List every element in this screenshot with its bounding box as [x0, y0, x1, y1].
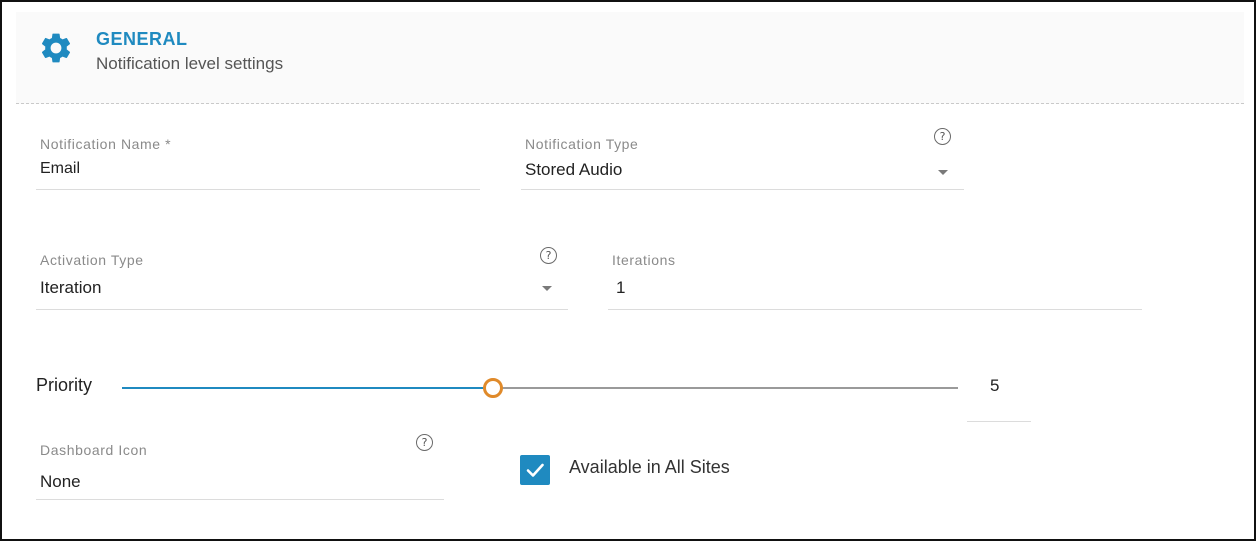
available-all-sites-label[interactable]: Available in All Sites	[569, 457, 730, 478]
notification-name-field[interactable]: Notification Name * Email	[36, 128, 480, 190]
section-title: GENERAL	[96, 29, 188, 49]
chevron-down-icon[interactable]	[542, 286, 552, 291]
dashboard-icon-select[interactable]: Dashboard Icon None	[36, 434, 444, 500]
activation-type-label: Activation Type	[40, 252, 144, 268]
notification-type-select[interactable]: Notification Type Stored Audio	[521, 128, 964, 190]
section-subtitle: Notification level settings	[96, 54, 284, 73]
gear-icon	[41, 33, 71, 63]
activation-type-select[interactable]: Activation Type Iteration	[36, 248, 568, 310]
chevron-down-icon[interactable]	[938, 170, 948, 175]
priority-label: Priority	[36, 375, 93, 395]
activation-type-value: Iteration	[40, 278, 102, 297]
iterations-field[interactable]: Iterations 1	[608, 248, 1142, 310]
settings-panel: GENERAL Notification level settings Noti…	[0, 0, 1256, 541]
notification-type-value: Stored Audio	[525, 160, 623, 179]
notification-type-label: Notification Type	[525, 136, 639, 152]
dashboard-icon-label: Dashboard Icon	[40, 442, 148, 458]
activation-type-help-icon[interactable]: ?	[540, 247, 557, 264]
iterations-input[interactable]: 1	[616, 278, 625, 298]
priority-slider-track-filled[interactable]	[122, 387, 493, 389]
priority-value: 5	[990, 376, 1000, 395]
section-header: GENERAL Notification level settings	[16, 12, 1244, 104]
dashboard-icon-value: None	[40, 472, 81, 491]
priority-slider-thumb[interactable]	[483, 378, 503, 398]
notification-name-label: Notification Name *	[40, 136, 172, 152]
available-all-sites-checkbox[interactable]	[520, 455, 550, 485]
notification-type-help-icon[interactable]: ?	[934, 128, 951, 145]
priority-slider-track[interactable]	[493, 387, 958, 389]
notification-name-input[interactable]: Email	[40, 160, 80, 178]
dashboard-icon-help-icon[interactable]: ?	[416, 434, 433, 451]
iterations-label: Iterations	[612, 252, 676, 268]
checkmark-icon	[526, 463, 544, 477]
